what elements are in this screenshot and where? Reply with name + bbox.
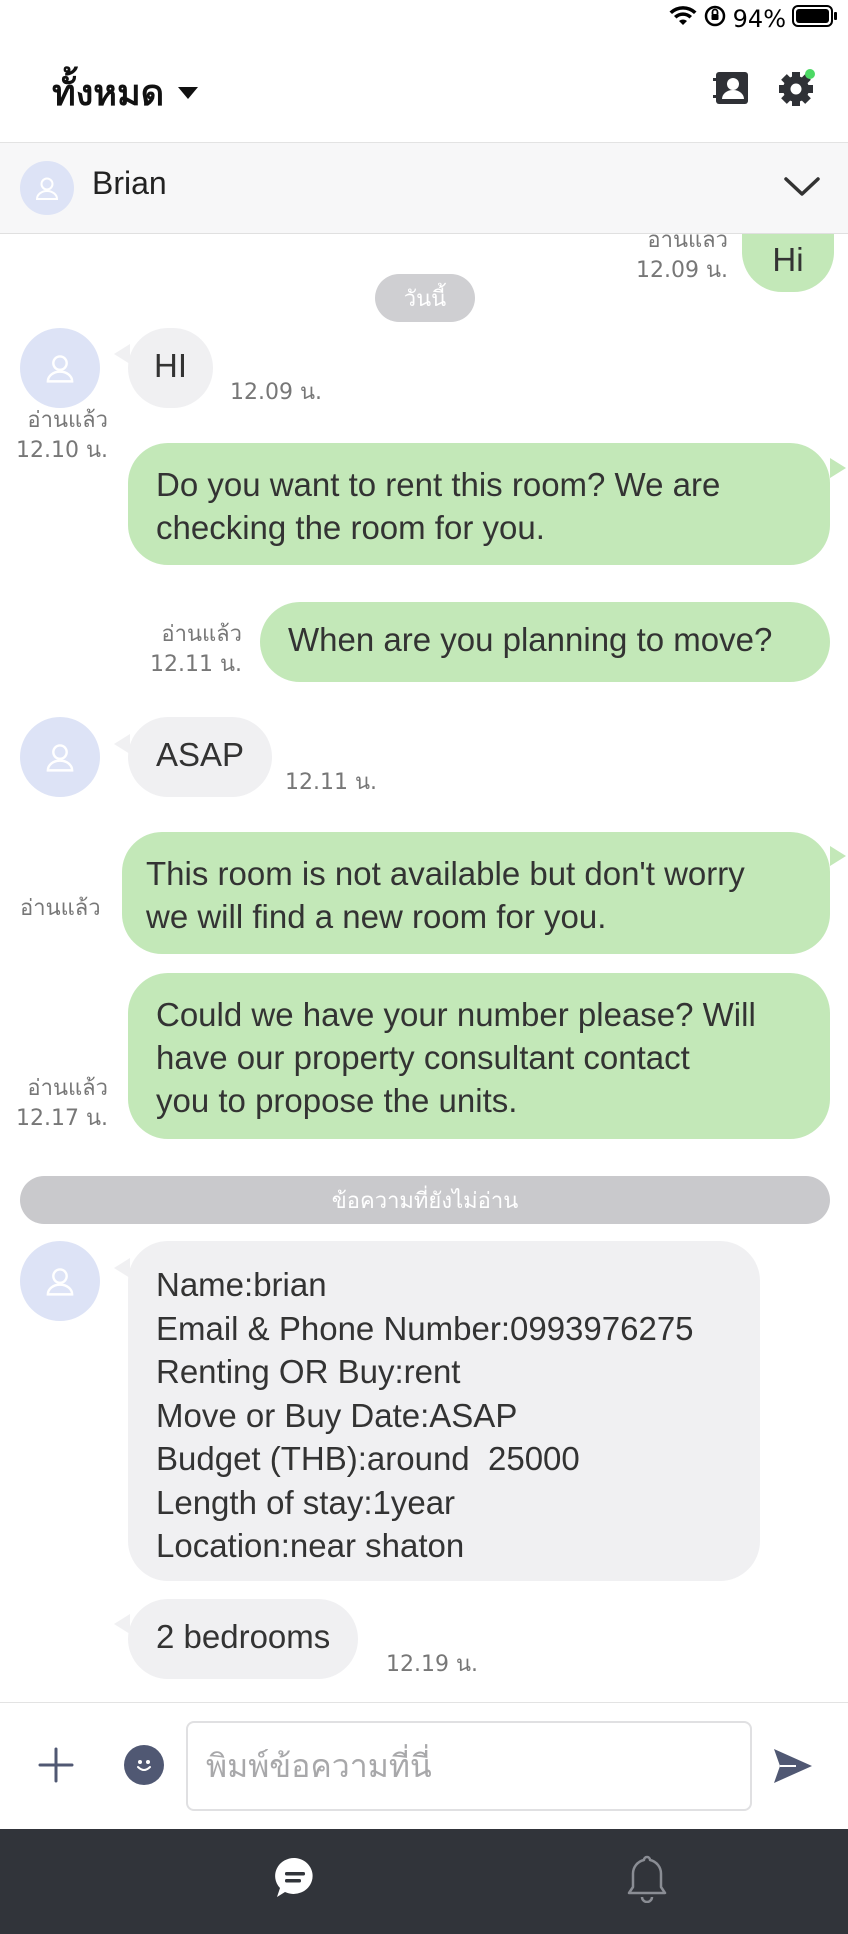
user-icon	[46, 744, 74, 772]
message-meta: อ่านแล้ว 12.10 น.	[8, 406, 108, 466]
message-bubble-incoming[interactable]: HI	[128, 328, 213, 408]
message-bubble-outgoing[interactable]: When are you planning to move?	[260, 602, 830, 682]
message-bubble-outgoing[interactable]: This room is not available but don't wor…	[122, 832, 830, 954]
app-header: ทั้งหมด	[0, 40, 848, 143]
avatar	[20, 161, 74, 215]
read-receipt: อ่านแล้ว	[27, 1076, 108, 1101]
contact-bar[interactable]: Brian	[0, 143, 848, 234]
message-line: Location:near shaton	[156, 1527, 465, 1564]
contacts-icon[interactable]	[712, 68, 752, 108]
message-bubble-incoming[interactable]: Name:brian Email & Phone Number:09939762…	[128, 1241, 760, 1581]
user-icon	[46, 355, 74, 383]
wifi-icon	[669, 5, 697, 33]
message-bubble-outgoing[interactable]: Could we have your number please? Will h…	[128, 973, 830, 1139]
message-time: 12.09 น.	[230, 380, 323, 405]
message-meta: อ่านแล้ว 12.11 น.	[140, 620, 242, 680]
read-receipt: อ่านแล้ว	[20, 896, 101, 921]
message-text: When are you planning to move?	[288, 621, 773, 658]
message-input[interactable]	[186, 1721, 752, 1811]
message-line: Budget (THB):around 25000	[156, 1440, 580, 1477]
bottom-nav	[0, 1829, 848, 1934]
message-time: 12.11 น.	[285, 770, 378, 795]
message-meta: อ่านแล้ว 12.09 น.	[636, 234, 728, 286]
status-bar: 94%	[0, 0, 848, 40]
message-line: Renting OR Buy:rent	[156, 1353, 461, 1390]
message-line: Length of stay:1year	[156, 1483, 456, 1521]
message-text: Hi	[772, 241, 804, 278]
message-line: Do you want to rent this room? We are	[156, 466, 721, 503]
avatar[interactable]	[20, 328, 100, 408]
message-line: we will find a new room for you.	[146, 898, 607, 935]
message-line: you to propose the units.	[156, 1082, 518, 1119]
message-text: ASAP	[156, 736, 245, 773]
message-bubble-outgoing[interactable]: Hi	[742, 234, 834, 292]
battery-percent: 94%	[732, 5, 786, 33]
avatar[interactable]	[20, 1241, 100, 1321]
message-bubble-incoming[interactable]: ASAP	[128, 717, 273, 797]
bell-icon[interactable]	[624, 1853, 670, 1904]
battery-icon	[792, 4, 838, 34]
message-bubble-outgoing[interactable]: Do you want to rent this room? We are ch…	[128, 443, 830, 565]
message-time: 12.10 น.	[15, 438, 108, 463]
message-time: 12.19 น.	[386, 1652, 479, 1677]
user-icon	[35, 177, 59, 200]
chevron-down-icon[interactable]	[782, 167, 822, 207]
caret-down-icon	[178, 86, 199, 99]
read-receipt: อ่านแล้ว	[647, 234, 728, 253]
chat-filter-label: ทั้งหมด	[52, 73, 165, 114]
message-line: This room is not available but don't wor…	[146, 855, 745, 892]
message-composer	[0, 1702, 848, 1829]
message-time: 12.09 น.	[635, 258, 728, 283]
unread-separator: ข้อความที่ยังไม่อ่าน	[20, 1176, 830, 1224]
message-meta: อ่านแล้ว 12.17 น.	[8, 1074, 108, 1134]
message-time: 12.11 น.	[149, 652, 242, 677]
send-icon[interactable]	[770, 1743, 816, 1789]
plus-icon[interactable]	[34, 1743, 78, 1787]
message-time: 12.17 น.	[15, 1106, 108, 1131]
user-icon	[46, 1268, 74, 1296]
chat-filter-dropdown[interactable]: ทั้งหมด	[52, 64, 199, 121]
orientation-lock-icon	[703, 4, 727, 34]
message-bubble-incoming[interactable]: 2 bedrooms	[128, 1599, 359, 1679]
message-line: have our property consultant contact	[156, 1039, 690, 1076]
notification-dot	[805, 69, 815, 79]
message-line: Email & Phone Number:0993976275	[156, 1309, 694, 1347]
bubble-tail	[114, 1614, 130, 1634]
message-line: checking the room for you.	[156, 509, 545, 546]
bubble-tail	[830, 846, 846, 866]
avatar[interactable]	[20, 717, 100, 797]
bubble-tail	[830, 458, 846, 478]
date-separator: วันนี้	[375, 274, 475, 322]
status-icons: 94%	[669, 4, 838, 34]
read-receipt: อ่านแล้ว	[161, 622, 242, 647]
emoji-icon[interactable]	[124, 1745, 164, 1785]
settings-gear-icon[interactable]	[776, 68, 816, 108]
chat-icon[interactable]	[272, 1855, 318, 1901]
read-receipt: อ่านแล้ว	[27, 408, 108, 433]
message-line: Move or Buy Date:ASAP	[156, 1396, 518, 1434]
message-text: HI	[154, 347, 187, 384]
contact-name: Brian	[92, 165, 167, 201]
message-text: 2 bedrooms	[156, 1618, 331, 1655]
message-line: Name:brian	[156, 1266, 327, 1303]
chat-messages[interactable]: อ่านแล้ว 12.09 น. Hi วันนี้ HI 12.09 น. …	[0, 234, 848, 1701]
message-line: Could we have your number please? Will	[156, 996, 756, 1033]
